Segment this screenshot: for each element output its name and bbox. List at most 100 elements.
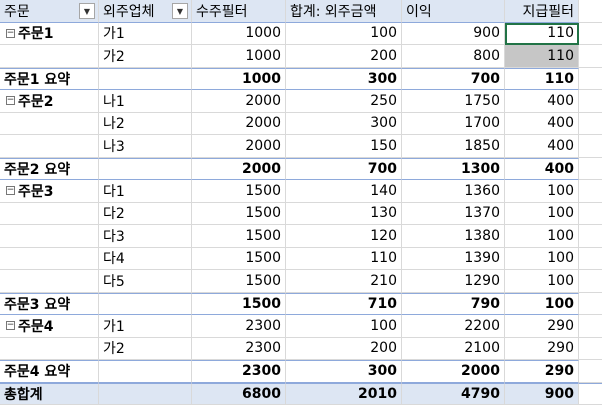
grand-total-label[interactable]: 총합계 (0, 382, 99, 405)
order-cell[interactable]: 1500 (192, 292, 286, 315)
empty-cell[interactable] (579, 315, 602, 338)
order-cell[interactable]: 1500 (192, 270, 286, 293)
row-group-cell[interactable] (0, 337, 99, 360)
order-cell[interactable]: 1500 (192, 180, 286, 203)
cost-cell[interactable]: 300 (286, 67, 402, 90)
profit-cell[interactable]: 700 (402, 67, 505, 90)
profit-cell[interactable]: 1850 (402, 135, 505, 158)
row-group-cell[interactable] (0, 270, 99, 293)
order-cell[interactable]: 1000 (192, 22, 286, 45)
row-group-cell[interactable] (0, 202, 99, 225)
profit-cell[interactable]: 1390 (402, 247, 505, 270)
vendor-cell[interactable]: 다2 (99, 202, 192, 225)
vendor-cell[interactable]: 나1 (99, 90, 192, 113)
empty-cell[interactable] (579, 225, 602, 248)
cost-cell[interactable]: 130 (286, 202, 402, 225)
pay-cell[interactable]: 290 (505, 315, 579, 338)
empty-cell[interactable] (579, 270, 602, 293)
cost-cell[interactable]: 300 (286, 360, 402, 383)
vendor-cell[interactable]: 다1 (99, 180, 192, 203)
profit-cell[interactable]: 1290 (402, 270, 505, 293)
pay-cell[interactable]: 400 (505, 135, 579, 158)
row-label-header[interactable]: 주문 ▼ (0, 0, 99, 23)
vendor-cell[interactable]: 나3 (99, 135, 192, 158)
cost-cell[interactable]: 120 (286, 225, 402, 248)
profit-cell[interactable]: 900 (402, 22, 505, 45)
cost-cell[interactable]: 140 (286, 180, 402, 203)
vendor-cell[interactable]: 다3 (99, 225, 192, 248)
empty-cell[interactable] (579, 360, 602, 383)
pay-cell[interactable]: 290 (505, 360, 579, 383)
pay-cell[interactable]: 100 (505, 225, 579, 248)
pay-cell[interactable]: 100 (505, 180, 579, 203)
row-group-cell[interactable] (0, 135, 99, 158)
empty-cell[interactable] (99, 67, 192, 90)
vendor-cell[interactable]: 가2 (99, 45, 192, 68)
row-group-cell[interactable]: − 주문3 (0, 180, 99, 203)
cost-cell[interactable]: 700 (286, 157, 402, 180)
empty-cell[interactable] (579, 248, 602, 270)
pay-cell[interactable]: 100 (505, 292, 579, 315)
profit-cell[interactable]: 1750 (402, 90, 505, 113)
pay-cell[interactable]: 110 (505, 67, 579, 90)
empty-cell[interactable] (579, 203, 602, 225)
row-group-cell[interactable] (0, 45, 99, 68)
vendor-cell[interactable]: 다5 (99, 270, 192, 293)
empty-cell[interactable] (99, 292, 192, 315)
cost-cell[interactable]: 110 (286, 247, 402, 270)
empty-cell[interactable] (99, 382, 192, 405)
empty-cell[interactable] (579, 135, 602, 158)
order-cell[interactable]: 2300 (192, 337, 286, 360)
cost-cell[interactable]: 210 (286, 270, 402, 293)
order-cell[interactable]: 2000 (192, 135, 286, 158)
collapse-icon[interactable]: − (6, 96, 15, 106)
vendor-header[interactable]: 외주업체 ▼ (99, 0, 192, 23)
empty-cell[interactable] (99, 360, 192, 383)
subtotal-label[interactable]: 주문3 요약 (0, 292, 99, 315)
row-group-cell[interactable]: − 주문2 (0, 90, 99, 113)
cost-cell[interactable]: 200 (286, 45, 402, 68)
order-cell[interactable]: 2300 (192, 315, 286, 338)
sum-cost-header[interactable]: 합계: 외주금액 (286, 0, 402, 23)
collapse-icon[interactable]: − (6, 321, 15, 331)
pay-cell[interactable]: 290 (505, 337, 579, 360)
empty-cell[interactable] (579, 90, 602, 113)
row-group-cell[interactable]: − 주문4 (0, 315, 99, 338)
pay-cell[interactable]: 400 (505, 90, 579, 113)
pay-cell[interactable]: 110 (505, 45, 579, 68)
empty-cell[interactable] (579, 382, 602, 405)
pay-cell[interactable]: 100 (505, 270, 579, 293)
order-cell[interactable]: 2300 (192, 360, 286, 383)
pay-cell[interactable]: 100 (505, 202, 579, 225)
vendor-cell[interactable]: 다4 (99, 247, 192, 270)
profit-cell[interactable]: 2200 (402, 315, 505, 338)
order-cell[interactable]: 2000 (192, 112, 286, 135)
vendor-cell[interactable]: 가2 (99, 337, 192, 360)
pay-cell[interactable]: 900 (505, 382, 579, 405)
empty-cell[interactable] (579, 45, 602, 68)
order-filter-header[interactable]: 수주필터 (192, 0, 286, 23)
row-group-cell[interactable] (0, 247, 99, 270)
empty-cell[interactable] (579, 68, 602, 90)
cost-cell[interactable]: 100 (286, 315, 402, 338)
order-cell[interactable]: 1500 (192, 225, 286, 248)
filter-dropdown-icon[interactable]: ▼ (79, 3, 95, 19)
profit-header[interactable]: 이익 (402, 0, 505, 23)
order-cell[interactable]: 6800 (192, 382, 286, 405)
order-cell[interactable]: 1500 (192, 247, 286, 270)
subtotal-label[interactable]: 주문2 요약 (0, 157, 99, 180)
profit-cell[interactable]: 1300 (402, 157, 505, 180)
order-cell[interactable]: 2000 (192, 90, 286, 113)
row-group-cell[interactable] (0, 112, 99, 135)
pay-cell[interactable]: 400 (505, 112, 579, 135)
profit-cell[interactable]: 1360 (402, 180, 505, 203)
profit-cell[interactable]: 1370 (402, 202, 505, 225)
row-group-cell[interactable]: − 주문1 (0, 22, 99, 45)
cost-cell[interactable]: 2010 (286, 382, 402, 405)
subtotal-label[interactable]: 주문4 요약 (0, 360, 99, 383)
vendor-cell[interactable]: 가1 (99, 315, 192, 338)
pay-cell[interactable]: 100 (505, 247, 579, 270)
empty-cell[interactable] (99, 157, 192, 180)
collapse-icon[interactable]: − (6, 28, 15, 38)
order-cell[interactable]: 1000 (192, 67, 286, 90)
